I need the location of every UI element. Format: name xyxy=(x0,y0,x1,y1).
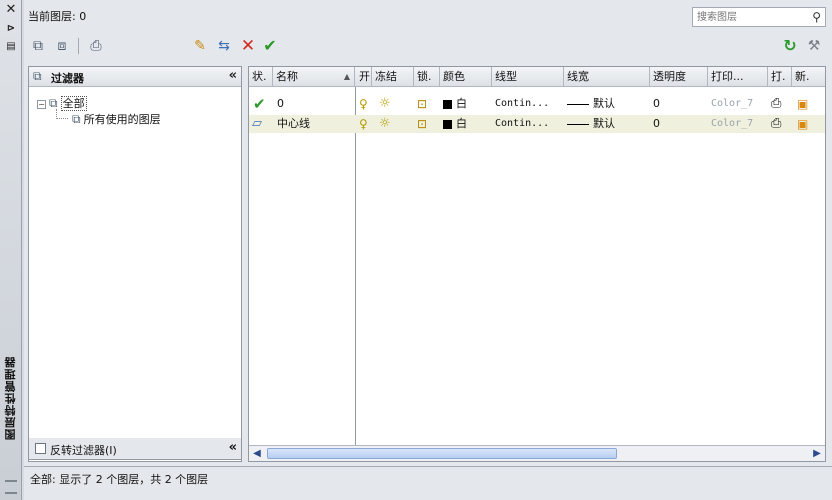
layer-plot-style: Color_7 xyxy=(711,98,754,109)
new-layer-vp-frozen-icon[interactable]: ⇆ xyxy=(214,36,234,56)
collapse-tree-icon[interactable]: « xyxy=(229,68,237,83)
tree-node-all[interactable]: − ⧉ 全部 xyxy=(37,95,87,111)
layer-manager: 当前图层: 0 ⚲ ⧉ ⧈ ⎙ ✎ ⇆ ✕ ✔ ↻ ⚒ ⧉ 过滤器 « −⧉全部… xyxy=(24,0,832,500)
grid-header: 状. 名称 ▲ 开 冻结 锁. 颜色 线型 线宽 透明度 打印... 打. 新. xyxy=(249,67,825,87)
col-linetype[interactable]: 线型 xyxy=(492,67,564,87)
check-icon: ✔ xyxy=(253,95,266,113)
lineweight-sample xyxy=(567,103,589,105)
col-status[interactable]: 状. xyxy=(249,67,273,87)
window-title: 图层特性管理器 xyxy=(4,356,17,440)
layer-stack-icon: ⧉ xyxy=(49,96,58,110)
delete-layer-icon[interactable]: ✕ xyxy=(238,36,258,56)
printer-icon[interactable]: ⎙ xyxy=(771,95,781,113)
lineweight-value: 默认 xyxy=(593,117,615,130)
layer-states-icon[interactable]: ⎙ xyxy=(86,36,106,56)
expand-minus-icon[interactable]: − xyxy=(37,99,46,109)
horizontal-scrollbar[interactable]: ◀ ▶ xyxy=(249,445,825,461)
bulb-icon[interactable]: ♀ xyxy=(359,115,368,133)
unlock-icon[interactable]: ⊡ xyxy=(417,95,427,113)
close-icon[interactable]: ✕ xyxy=(4,3,18,17)
printer-icon[interactable]: ⎙ xyxy=(771,115,781,133)
new-vp-freeze-icon[interactable]: ▣ xyxy=(797,115,808,133)
col-plot[interactable]: 打. xyxy=(768,67,792,87)
filter-tree-footer: 反转过滤器(I) « xyxy=(28,438,242,460)
col-name[interactable]: 名称 ▲ xyxy=(273,67,355,87)
color-swatch xyxy=(443,119,452,129)
layer-name[interactable]: 0 xyxy=(277,95,284,113)
col-plot-style[interactable]: 打印... xyxy=(708,67,768,87)
layer-transparency[interactable]: 0 xyxy=(653,95,660,113)
scroll-thumb[interactable] xyxy=(267,448,617,459)
layer-linetype[interactable]: Contin... xyxy=(495,95,549,113)
invert-filter-checkbox[interactable] xyxy=(35,443,46,454)
new-property-filter-icon[interactable]: ⧉ xyxy=(28,36,48,56)
filter-tree-header: ⧉ 过滤器 « xyxy=(29,67,241,87)
collapse-tree-icon[interactable]: « xyxy=(229,440,237,455)
filter-tree-panel: ⧉ 过滤器 « − ⧉ 全部 ⧉ 所有使用的图层 xyxy=(28,66,242,462)
table-row[interactable]: ▱ 中心线 ♀ ☼ ⊡ 白 Contin... 默认 0 Color_7 ⎙ ▣ xyxy=(249,115,825,133)
tree-node-label: 所有使用的图层 xyxy=(83,113,161,126)
palette-title-strip: ✕ ⊳ ▤ 图层特性管理器 xyxy=(0,0,22,500)
lineweight-value: 默认 xyxy=(593,97,615,110)
current-layer-label: 当前图层: 0 xyxy=(28,10,87,23)
search-icon[interactable]: ⚲ xyxy=(812,10,821,24)
bulb-icon[interactable]: ♀ xyxy=(359,95,368,113)
layer-lineweight[interactable]: 默认 xyxy=(567,95,615,113)
new-group-filter-icon[interactable]: ⧈ xyxy=(52,36,72,56)
scroll-right-icon[interactable]: ▶ xyxy=(809,446,825,461)
layer-color[interactable]: 白 xyxy=(443,95,467,113)
col-new-vp-freeze[interactable]: 新. xyxy=(792,67,825,87)
col-lineweight[interactable]: 线宽 xyxy=(564,67,650,87)
layer-grid: 状. 名称 ▲ 开 冻结 锁. 颜色 线型 线宽 透明度 打印... 打. 新. … xyxy=(248,66,826,462)
filter-header-label: 过滤器 xyxy=(51,72,84,85)
col-color[interactable]: 颜色 xyxy=(440,67,492,87)
sun-icon[interactable]: ☼ xyxy=(379,115,391,133)
grip-icon[interactable] xyxy=(5,480,17,494)
sort-asc-icon: ▲ xyxy=(343,72,350,81)
layer-lineweight[interactable]: 默认 xyxy=(567,115,615,133)
sun-icon[interactable]: ☼ xyxy=(379,95,391,113)
invert-filter-label: 反转过滤器(I) xyxy=(50,444,117,457)
layer-plot-style: Color_7 xyxy=(711,118,754,129)
col-lock[interactable]: 锁. xyxy=(414,67,440,87)
toolbar: ⧉ ⧈ ⎙ ✎ ⇆ ✕ ✔ ↻ ⚒ xyxy=(28,34,826,60)
set-current-icon[interactable]: ✔ xyxy=(260,36,280,56)
scroll-left-icon[interactable]: ◀ xyxy=(249,446,265,461)
layer-color[interactable]: 白 xyxy=(443,115,467,133)
refresh-icon[interactable]: ↻ xyxy=(780,36,800,56)
col-transparency[interactable]: 透明度 xyxy=(650,67,708,87)
color-swatch xyxy=(443,99,452,109)
color-name: 白 xyxy=(456,117,467,130)
tree-node-label: 全部 xyxy=(60,96,87,111)
tree-node-used-layers[interactable]: ⧉ 所有使用的图层 xyxy=(69,111,161,127)
layer-name[interactable]: 中心线 xyxy=(277,115,310,133)
header-row: 当前图层: 0 ⚲ xyxy=(28,6,826,28)
table-row[interactable]: ✔ 0 ♀ ☼ ⊡ 白 Contin... 默认 0 Color_7 ⎙ ▣ xyxy=(249,95,825,113)
filter-icon: ⧉ xyxy=(72,112,81,126)
layer-transparency[interactable]: 0 xyxy=(653,115,660,133)
filter-icon: ⧉ xyxy=(33,69,42,83)
layer-linetype[interactable]: Contin... xyxy=(495,115,549,133)
search-box[interactable]: ⚲ xyxy=(692,7,826,27)
lineweight-sample xyxy=(567,123,589,125)
properties-icon[interactable]: ▤ xyxy=(4,40,18,54)
status-bar: 全部: 显示了 2 个图层，共 2 个图层 xyxy=(24,466,832,488)
new-vp-freeze-icon[interactable]: ▣ xyxy=(797,95,808,113)
unlock-icon[interactable]: ⊡ xyxy=(417,115,427,133)
new-layer-icon[interactable]: ✎ xyxy=(190,36,210,56)
settings-icon[interactable]: ⚒ xyxy=(804,36,824,56)
col-name-label: 名称 xyxy=(276,70,298,83)
layer-icon: ▱ xyxy=(252,116,262,131)
col-freeze[interactable]: 冻结 xyxy=(372,67,414,87)
col-on[interactable]: 开 xyxy=(356,67,372,87)
color-name: 白 xyxy=(456,97,467,110)
status-text: 全部: 显示了 2 个图层，共 2 个图层 xyxy=(30,473,209,486)
auto-hide-icon[interactable]: ⊳ xyxy=(4,22,18,36)
search-input[interactable] xyxy=(693,8,801,26)
